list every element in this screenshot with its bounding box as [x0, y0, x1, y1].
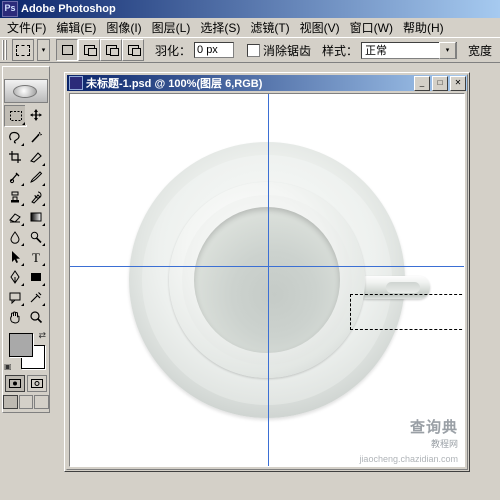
- healing-brush-tool[interactable]: [4, 167, 25, 187]
- toolbox-panel: T ⇄ ▣: [2, 66, 50, 413]
- minimize-button[interactable]: _: [414, 75, 430, 91]
- feather-input[interactable]: 0 px: [194, 42, 235, 58]
- vertical-guide[interactable]: [268, 94, 269, 466]
- antialias-checkbox-group[interactable]: 消除锯齿: [247, 42, 311, 59]
- selection-mode-group: [56, 39, 144, 61]
- chevron-down-icon[interactable]: ▾: [439, 41, 457, 59]
- style-label: 样式：: [322, 43, 359, 58]
- menu-item-filter[interactable]: 滤镜(T): [245, 18, 294, 37]
- toolbox-grip[interactable]: [3, 67, 49, 78]
- notes-tool[interactable]: [4, 287, 25, 307]
- app-title: Adobe Photoshop: [21, 3, 116, 15]
- photoshop-icon: Ps: [2, 1, 18, 17]
- zoom-tool[interactable]: [25, 307, 46, 327]
- gradient-tool[interactable]: [25, 207, 46, 227]
- menu-item-file[interactable]: 文件(F): [2, 18, 51, 37]
- dodge-tool[interactable]: [25, 227, 46, 247]
- clone-stamp-tool[interactable]: [4, 187, 25, 207]
- intersect-selection-button[interactable]: [122, 39, 144, 61]
- antialias-checkbox[interactable]: [247, 43, 261, 57]
- screen-mode-group: [3, 395, 50, 412]
- standard-screen-mode-button[interactable]: [3, 395, 18, 409]
- type-tool[interactable]: T: [25, 247, 46, 267]
- swap-colors-icon[interactable]: ⇄: [38, 330, 46, 341]
- full-screen-mode-button[interactable]: [34, 395, 50, 409]
- add-to-selection-button[interactable]: [78, 39, 100, 61]
- color-swatches: ⇄ ▣: [3, 329, 49, 373]
- antialias-label: 消除锯齿: [263, 43, 312, 58]
- pen-tool[interactable]: [4, 267, 25, 287]
- shape-tool[interactable]: [25, 267, 46, 287]
- history-brush-tool[interactable]: [25, 187, 46, 207]
- lasso-tool[interactable]: [4, 127, 25, 147]
- menu-item-image[interactable]: 图像(I): [101, 18, 146, 37]
- menu-item-window[interactable]: 窗口(W): [345, 18, 398, 37]
- svg-text:T: T: [32, 250, 40, 264]
- path-selection-tool[interactable]: [4, 247, 25, 267]
- horizontal-guide[interactable]: [70, 266, 464, 267]
- photoshop-eye-icon: [13, 85, 37, 98]
- document-icon: [69, 76, 83, 90]
- eraser-tool[interactable]: [4, 207, 25, 227]
- title-bar: Ps Adobe Photoshop: [0, 0, 500, 18]
- subtract-from-selection-button[interactable]: [100, 39, 122, 61]
- watermark-url: jiaocheng.chazidian.com: [359, 454, 458, 464]
- cup-handle-hole: [386, 282, 420, 293]
- full-screen-with-menubar-button[interactable]: [18, 395, 34, 409]
- crop-tool[interactable]: [4, 147, 25, 167]
- options-bar-grip[interactable]: [2, 40, 7, 60]
- slice-tool[interactable]: [25, 147, 46, 167]
- feather-label: 羽化：: [155, 43, 192, 58]
- brush-tool[interactable]: [25, 167, 46, 187]
- style-value: 正常: [365, 45, 388, 57]
- rectangular-marquee-icon[interactable]: [12, 39, 34, 61]
- width-label: 宽度: [468, 43, 493, 58]
- selection-marquee[interactable]: [350, 294, 464, 330]
- hand-tool[interactable]: [4, 307, 25, 327]
- watermark-sub: 教程网: [430, 439, 458, 449]
- tool-preset-chevron-down-icon[interactable]: ▾: [37, 39, 50, 61]
- menu-item-edit[interactable]: 编辑(E): [51, 18, 101, 37]
- document-title: 未标题-1.psd @ 100%(图层 6,RGB): [86, 78, 263, 90]
- magic-wand-tool[interactable]: [25, 127, 46, 147]
- foreground-color-swatch[interactable]: [9, 333, 33, 357]
- watermark-text: 查询典 教程网: [409, 419, 458, 449]
- standard-mode-button[interactable]: [5, 375, 25, 392]
- style-select[interactable]: 正常 ▾: [361, 41, 458, 59]
- rectangular-marquee-tool[interactable]: [4, 105, 27, 127]
- window-controls: _ □ ✕: [414, 75, 467, 91]
- photoshop-window: Ps Adobe Photoshop 文件(F) 编辑(E) 图像(I) 图层(…: [0, 0, 500, 500]
- tool-grid: T: [3, 104, 49, 327]
- new-selection-button[interactable]: [56, 39, 78, 61]
- toolbox-banner: [4, 79, 48, 103]
- default-colors-icon[interactable]: ▣: [4, 362, 12, 371]
- close-button[interactable]: ✕: [450, 75, 466, 91]
- options-bar: ▾ 羽化： 0 px 消除锯齿 样式： 正常 ▾ 宽度: [0, 37, 500, 63]
- document-window: 未标题-1.psd @ 100%(图层 6,RGB) _ □ ✕ 查询典 教程网…: [64, 72, 470, 472]
- menu-item-select[interactable]: 选择(S): [195, 18, 245, 37]
- menu-item-view[interactable]: 视图(V): [295, 18, 345, 37]
- menu-bar: 文件(F) 编辑(E) 图像(I) 图层(L) 选择(S) 滤镜(T) 视图(V…: [0, 18, 500, 37]
- quick-mask-mode-group: [3, 373, 49, 395]
- menu-item-help[interactable]: 帮助(H): [398, 18, 449, 37]
- canvas[interactable]: 查询典 教程网 jiaocheng.chazidian.com: [69, 93, 465, 467]
- cup-interior-shape: [194, 207, 340, 353]
- menu-item-layer[interactable]: 图层(L): [147, 18, 196, 37]
- eyedropper-tool[interactable]: [25, 287, 46, 307]
- move-tool[interactable]: [25, 105, 46, 125]
- maximize-button[interactable]: □: [432, 75, 448, 91]
- quick-mask-mode-button[interactable]: [27, 375, 47, 392]
- blur-tool[interactable]: [4, 227, 25, 247]
- document-title-bar[interactable]: 未标题-1.psd @ 100%(图层 6,RGB) _ □ ✕: [67, 75, 467, 91]
